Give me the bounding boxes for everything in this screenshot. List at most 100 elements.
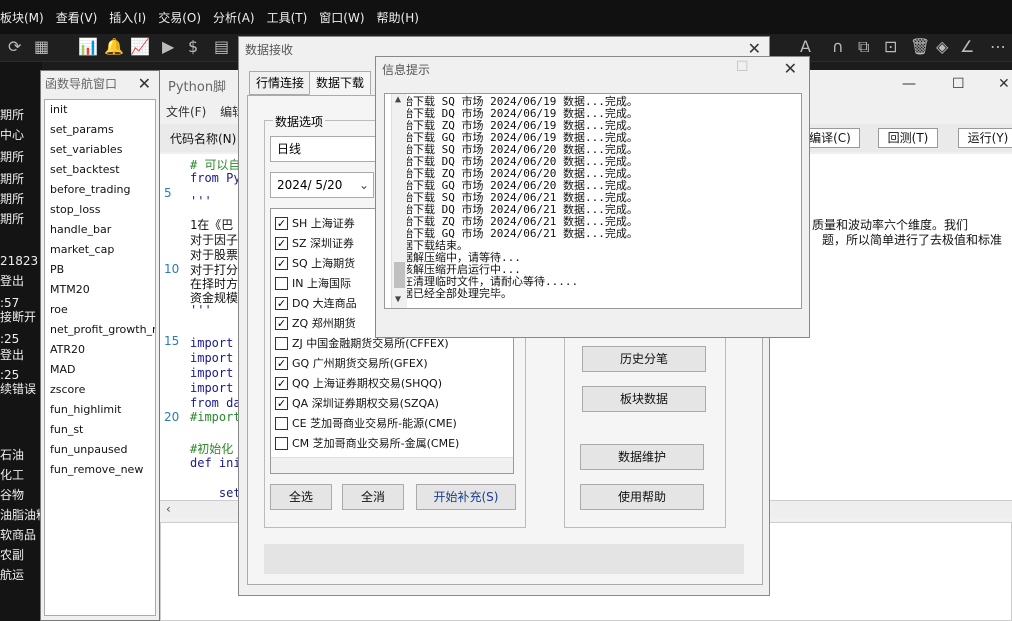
- calc-icon[interactable]: ▤: [214, 38, 229, 56]
- function-item[interactable]: PB: [45, 260, 155, 280]
- line-chart-icon[interactable]: 📈: [130, 38, 150, 56]
- left-strip-item[interactable]: 期所: [0, 190, 24, 207]
- market-item[interactable]: ✓ GQ 广州期货交易所(GFEX): [275, 353, 428, 373]
- checkbox-checked[interactable]: ✓: [275, 296, 288, 310]
- market-item[interactable]: ✓ DQ 大连商品: [275, 293, 357, 313]
- close-icon[interactable]: ✕: [138, 74, 151, 93]
- left-strip-item[interactable]: 石油: [0, 446, 24, 463]
- menu-window[interactable]: 窗口(W): [319, 9, 364, 26]
- market-item[interactable]: ✓ QA 深圳证券期权交易(SZQA): [275, 393, 439, 413]
- backtest-button[interactable]: 回测(T): [878, 128, 938, 148]
- left-strip-item[interactable]: 农副: [0, 546, 24, 563]
- dollar-icon[interactable]: $: [188, 38, 198, 56]
- function-item[interactable]: before_trading: [45, 180, 155, 200]
- function-item[interactable]: MTM20: [45, 280, 155, 300]
- draw-line-icon[interactable]: ∠: [960, 38, 974, 56]
- refresh-icon[interactable]: ⟳: [8, 38, 21, 56]
- left-strip-item[interactable]: 谷物: [0, 486, 24, 503]
- list-horizontal-scrollbar[interactable]: [271, 457, 513, 473]
- checkbox-unchecked[interactable]: [275, 416, 288, 430]
- checkbox-unchecked[interactable]: [275, 436, 288, 450]
- select-all-button[interactable]: 全选: [270, 484, 332, 510]
- left-strip-item[interactable]: 期所: [0, 148, 24, 165]
- maximize-icon[interactable]: ☐: [952, 76, 965, 92]
- function-item[interactable]: stop_loss: [45, 200, 155, 220]
- function-item[interactable]: set_backtest: [45, 160, 155, 180]
- scroll-left-icon[interactable]: ‹: [166, 502, 171, 516]
- bell-icon[interactable]: 🔔: [104, 38, 124, 56]
- market-item[interactable]: ✓ SH 上海证券: [275, 213, 355, 233]
- scrollbar-thumb[interactable]: [394, 262, 405, 288]
- info-log-text[interactable]: 开始下载 SQ 市场 2024/06/19 数据...完成。 开始下载 DQ 市…: [384, 93, 802, 309]
- checkbox-checked[interactable]: ✓: [275, 236, 288, 250]
- scroll-up-icon[interactable]: ▲: [395, 94, 401, 106]
- function-item[interactable]: fun_st: [45, 420, 155, 440]
- start-supplement-button[interactable]: 开始补充(S): [416, 484, 516, 510]
- left-strip-item[interactable]: 油脂油料: [0, 506, 42, 523]
- magnet-icon[interactable]: ∩: [832, 38, 844, 56]
- function-item[interactable]: ATR20: [45, 340, 155, 360]
- close-icon[interactable]: ✕: [784, 59, 797, 78]
- left-strip-item[interactable]: 期所: [0, 210, 24, 227]
- scroll-down-icon[interactable]: ▼: [395, 294, 401, 306]
- function-item[interactable]: net_profit_growth_ra: [45, 320, 155, 340]
- function-item[interactable]: handle_bar: [45, 220, 155, 240]
- menu-sector[interactable]: 板块(M): [0, 9, 44, 26]
- fill-icon[interactable]: ◈: [936, 38, 948, 56]
- tab-market-connect[interactable]: 行情连接: [249, 71, 312, 95]
- left-strip-item[interactable]: 软商品: [0, 526, 36, 543]
- checkbox-unchecked[interactable]: [275, 276, 288, 290]
- function-item[interactable]: roe: [45, 300, 155, 320]
- vertical-scrollbar[interactable]: ▲ ▼: [391, 94, 407, 308]
- function-item[interactable]: MAD: [45, 360, 155, 380]
- clear-all-button[interactable]: 全消: [342, 484, 404, 510]
- run-button[interactable]: 运行(Y): [958, 128, 1012, 148]
- function-item[interactable]: set_variables: [45, 140, 155, 160]
- market-item[interactable]: ✓ SZ 深圳证券: [275, 233, 354, 253]
- function-item[interactable]: set_params: [45, 120, 155, 140]
- menu-view[interactable]: 查看(V): [56, 9, 98, 26]
- function-item[interactable]: init: [45, 100, 155, 120]
- function-item[interactable]: fun_remove_new: [45, 460, 155, 480]
- left-strip-item[interactable]: 期所: [0, 170, 24, 187]
- checkbox-unchecked[interactable]: [275, 336, 288, 350]
- chevron-down-icon[interactable]: ⌄: [359, 173, 369, 197]
- menu-trade[interactable]: 交易(O): [158, 9, 201, 26]
- usage-help-button[interactable]: 使用帮助: [580, 484, 704, 510]
- menu-help[interactable]: 帮助(H): [377, 9, 419, 26]
- sector-data-button[interactable]: 板块数据: [582, 386, 706, 412]
- checkbox-checked[interactable]: ✓: [275, 316, 288, 330]
- left-strip-item[interactable]: 期所: [0, 106, 24, 123]
- copy-icon[interactable]: ⧉: [858, 38, 869, 56]
- date-picker[interactable]: 2024/ 5/20 ⌄: [270, 172, 374, 198]
- function-item[interactable]: fun_highlimit: [45, 400, 155, 420]
- minimize-icon[interactable]: —: [902, 76, 916, 92]
- function-item[interactable]: fun_unpaused: [45, 440, 155, 460]
- checkbox-checked[interactable]: ✓: [275, 376, 288, 390]
- history-tick-button[interactable]: 历史分笔: [582, 346, 706, 372]
- grid-icon[interactable]: ▦: [34, 38, 49, 56]
- checkbox-checked[interactable]: ✓: [275, 356, 288, 370]
- checkbox-checked[interactable]: ✓: [275, 396, 288, 410]
- market-item[interactable]: ✓ ZQ 郑州期货: [275, 313, 356, 333]
- left-strip-item[interactable]: 航运: [0, 566, 24, 583]
- function-list[interactable]: init set_params set_variables set_backte…: [44, 99, 156, 616]
- market-item[interactable]: CM 芝加哥商业交易所-金属(CME): [275, 433, 459, 453]
- market-item[interactable]: IN 上海国际: [275, 273, 351, 293]
- data-maintenance-button[interactable]: 数据维护: [580, 444, 704, 470]
- market-item[interactable]: ✓ SQ 上海期货: [275, 253, 355, 273]
- market-item[interactable]: CE 芝加哥商业交易所-能源(CME): [275, 413, 457, 433]
- tab-data-download[interactable]: 数据下载: [309, 71, 372, 95]
- left-strip-item[interactable]: 化工: [0, 466, 24, 483]
- checkbox-checked[interactable]: ✓: [275, 216, 288, 230]
- menu-insert[interactable]: 插入(I): [109, 9, 146, 26]
- play-icon[interactable]: ▶: [162, 38, 174, 56]
- checkbox-checked[interactable]: ✓: [275, 256, 288, 270]
- text-tool-icon[interactable]: A: [800, 38, 811, 56]
- function-item[interactable]: market_cap: [45, 240, 155, 260]
- left-strip-item[interactable]: 中心: [0, 126, 24, 143]
- menu-tools[interactable]: 工具(T): [267, 9, 308, 26]
- function-item[interactable]: zscore: [45, 380, 155, 400]
- lock-icon[interactable]: ⊡: [884, 38, 897, 56]
- close-icon[interactable]: ✕: [998, 76, 1010, 92]
